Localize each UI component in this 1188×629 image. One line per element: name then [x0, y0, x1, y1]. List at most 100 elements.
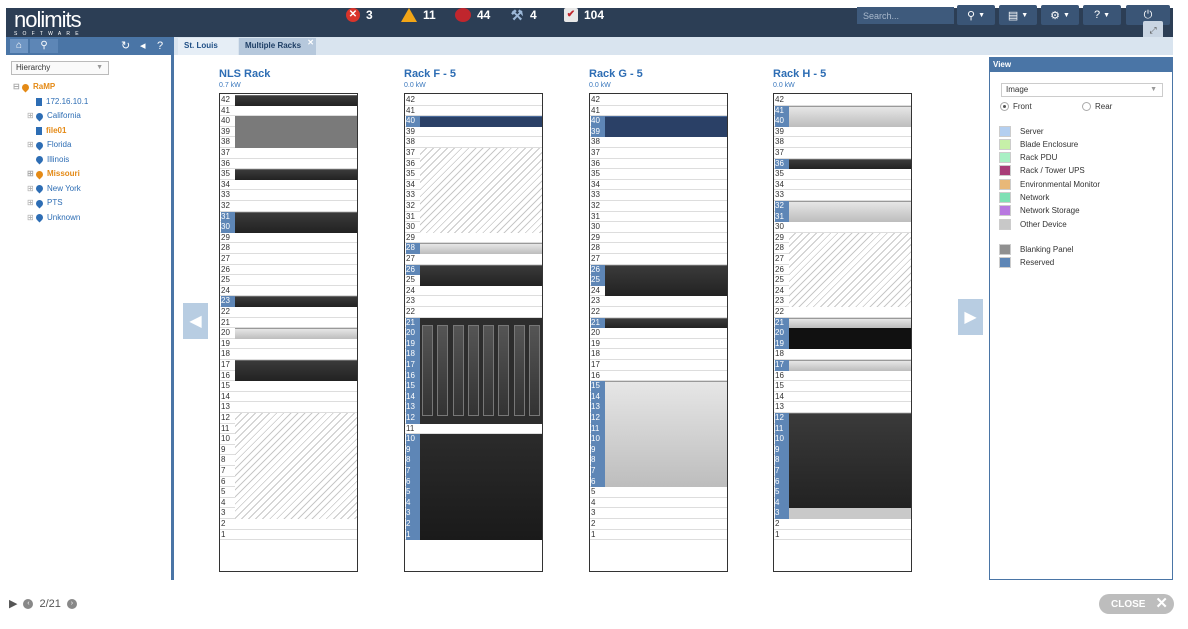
close-tab-icon[interactable]: ✕	[307, 35, 314, 51]
home-icon[interactable]: ⌂	[10, 39, 28, 53]
warning-count-status[interactable]: 11	[401, 7, 436, 23]
rack-unit-slot[interactable]	[774, 169, 911, 180]
rack-unit-slot[interactable]	[590, 530, 727, 541]
tab-multiple-racks[interactable]: Multiple Racks ✕	[239, 38, 316, 55]
report-menu-button[interactable]: ▤ ▼	[999, 5, 1037, 25]
tree-item[interactable]: ⊞ Missouri	[27, 168, 80, 180]
front-radio[interactable]: Front	[1000, 102, 1032, 111]
rack-unit-slot[interactable]	[405, 307, 542, 318]
rack-name[interactable]: Rack G - 5	[589, 68, 729, 81]
rack-unit-slot[interactable]	[405, 254, 542, 265]
rack-unit-slot[interactable]	[774, 180, 911, 191]
tree-item[interactable]: ⊞ New York	[27, 183, 81, 195]
rack-unit-slot[interactable]	[774, 190, 911, 201]
rack-unit-slot[interactable]	[590, 328, 727, 339]
rack-unit-slot[interactable]	[590, 349, 727, 360]
sidebar-search-icon[interactable]: ⚲	[30, 39, 58, 53]
rack-unit-slot[interactable]	[220, 402, 357, 413]
rack-unit-slot[interactable]	[774, 137, 911, 148]
tree-item[interactable]: ⊞ PTS	[27, 197, 63, 209]
rack-unit-slot[interactable]	[774, 530, 911, 541]
rack-unit-slot[interactable]	[220, 392, 357, 403]
rack-device[interactable]	[235, 211, 357, 233]
rack-unit-slot[interactable]	[405, 95, 542, 106]
rack-unit-slot[interactable]	[590, 169, 727, 180]
rack-unit-slot[interactable]	[774, 307, 911, 318]
rack-unit-slot[interactable]	[774, 519, 911, 530]
rack-unit-slot[interactable]	[220, 307, 357, 318]
rack-unit-slot[interactable]	[590, 508, 727, 519]
rack-unit-slot[interactable]	[590, 148, 727, 159]
rack-unit-slot[interactable]	[590, 201, 727, 212]
rack-unit-slot[interactable]	[405, 233, 542, 244]
rack-unit-slot[interactable]	[590, 339, 727, 350]
back-icon[interactable]: ◂	[140, 39, 146, 53]
rack-unit-slot[interactable]	[774, 349, 911, 360]
rack-unit-slot[interactable]	[590, 307, 727, 318]
rack-unit-slot[interactable]	[220, 349, 357, 360]
rack-unit-slot[interactable]	[590, 222, 727, 233]
rack-unit-slot[interactable]	[590, 487, 727, 498]
rack-unit-slot[interactable]	[220, 530, 357, 541]
rack-unit-slot[interactable]	[774, 222, 911, 233]
tab-st-louis[interactable]: St. Louis	[178, 38, 238, 55]
rack-unit-slot[interactable]	[220, 519, 357, 530]
rack-device[interactable]	[420, 317, 542, 424]
rack-unit-slot[interactable]	[220, 265, 357, 276]
error-count-status[interactable]: ✕ 3	[346, 7, 373, 23]
hierarchy-select[interactable]: Hierarchy ▼	[11, 61, 109, 75]
rack-unit-slot[interactable]	[405, 127, 542, 138]
rack-device[interactable]	[789, 360, 911, 371]
tree-item[interactable]: file01	[27, 125, 66, 137]
rack-device[interactable]	[789, 201, 911, 223]
rack-unit-slot[interactable]	[774, 371, 911, 382]
rack-unit-slot[interactable]	[590, 212, 727, 223]
rack-unit-slot[interactable]	[220, 106, 357, 117]
rack-unit-slot[interactable]	[590, 233, 727, 244]
rack-unit-slot[interactable]	[220, 339, 357, 350]
rack-device[interactable]	[605, 116, 727, 138]
rack-device[interactable]	[420, 264, 542, 286]
help-icon[interactable]: ?	[157, 39, 163, 53]
rack-unit-slot[interactable]	[220, 254, 357, 265]
rack-device[interactable]	[420, 434, 542, 541]
rack-unit-slot[interactable]	[590, 360, 727, 371]
rack-unit-slot[interactable]	[590, 180, 727, 191]
rack-device[interactable]	[235, 169, 357, 180]
tree-item[interactable]: 172.16.10.1	[27, 96, 88, 108]
rack-unit-slot[interactable]	[405, 106, 542, 117]
tree-item[interactable]: ⊞ California	[27, 110, 81, 122]
next-page-icon[interactable]: ›	[66, 598, 77, 609]
play-icon[interactable]: ▶	[9, 597, 17, 610]
rack-unit-slot[interactable]	[590, 106, 727, 117]
rack-device[interactable]	[605, 381, 727, 488]
rack-device[interactable]	[235, 95, 357, 106]
rack-unit-slot[interactable]	[590, 296, 727, 307]
settings-menu-button[interactable]: ⚙ ▼	[1041, 5, 1079, 25]
help-menu-button[interactable]: ? ▼	[1083, 5, 1121, 25]
rack-device[interactable]	[789, 105, 911, 127]
rack-unit-slot[interactable]	[220, 275, 357, 286]
rack-device[interactable]	[789, 328, 911, 350]
rack-unit-slot[interactable]	[590, 371, 727, 382]
tree-item[interactable]: ⊟ RaMP	[13, 81, 55, 93]
rack-unit-slot[interactable]	[220, 159, 357, 170]
rack-name[interactable]: Rack H - 5	[773, 68, 913, 81]
rack-name[interactable]: Rack F - 5	[404, 68, 544, 81]
rack-unit-slot[interactable]	[590, 243, 727, 254]
rack-device[interactable]	[605, 264, 727, 297]
rack-unit-slot[interactable]	[405, 286, 542, 297]
rack-unit-slot[interactable]	[590, 137, 727, 148]
rack-device[interactable]	[789, 508, 911, 519]
rack-unit-slot[interactable]	[405, 137, 542, 148]
tree-item[interactable]: ⊞ Unknown	[27, 212, 80, 224]
device-count-status[interactable]: 44	[455, 7, 490, 23]
rack-unit-slot[interactable]	[220, 233, 357, 244]
rack-unit-slot[interactable]	[774, 402, 911, 413]
rack-unit-slot[interactable]	[220, 286, 357, 297]
rack-device[interactable]	[605, 317, 727, 329]
next-arrow-button[interactable]: ▶	[958, 299, 983, 335]
rack-device[interactable]	[420, 243, 542, 254]
close-button[interactable]: CLOSE ✕	[1099, 594, 1174, 614]
rear-radio[interactable]: Rear	[1082, 102, 1112, 111]
